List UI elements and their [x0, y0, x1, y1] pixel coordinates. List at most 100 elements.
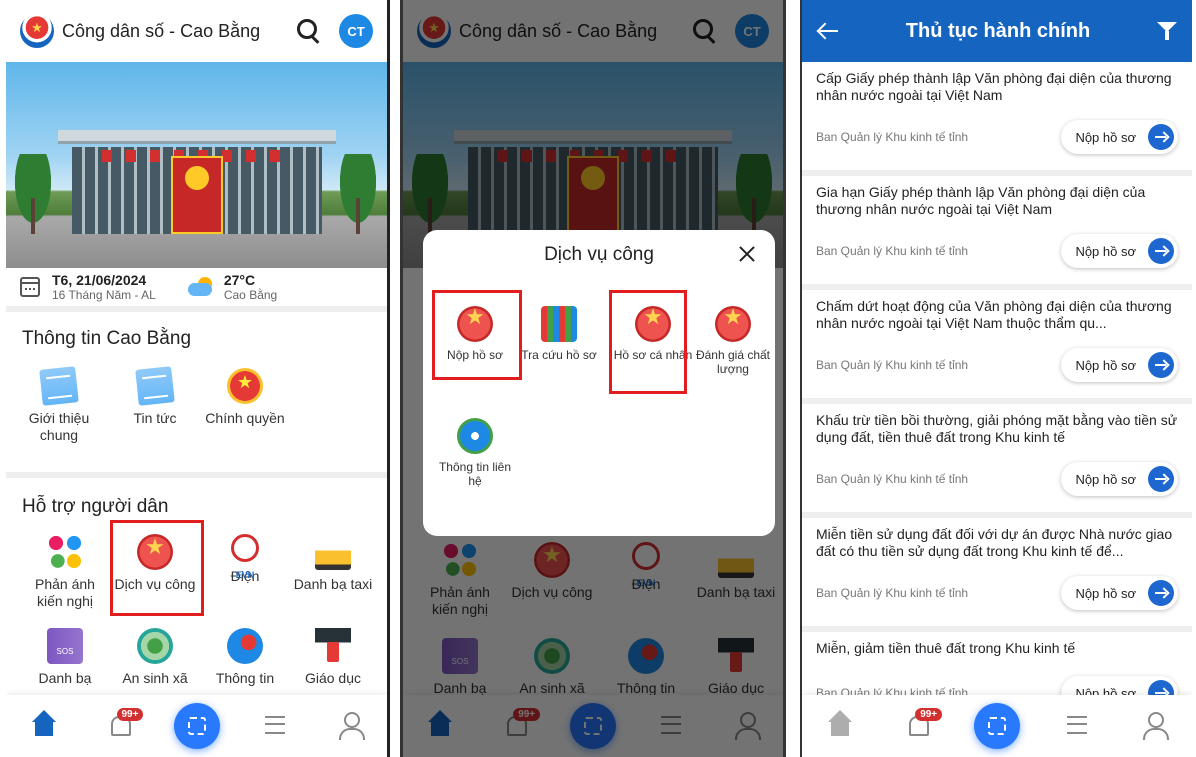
procedure-name: Miễn tiền sử dụng đất đối với dự án được…: [816, 526, 1173, 559]
procedure-item[interactable]: Gia hạn Giấy phép thành lập Văn phòng đạ…: [802, 176, 1192, 290]
procedure-org: Ban Quản lý Khu kinh tế tỉnh: [816, 358, 969, 372]
procedure-item[interactable]: Khấu trừ tiền bồi thường, giải phóng mặt…: [802, 404, 1192, 518]
public-service-modal: Dịch vụ công Nộp hồ sơ Tra cứu hồ sơ Hồ …: [423, 230, 775, 536]
support-item-welfare[interactable]: An sinh xã: [112, 628, 198, 687]
arrow-right-icon: [1148, 352, 1174, 378]
support-item-label: Thông tin: [215, 670, 275, 686]
bell-icon[interactable]: 99+: [897, 706, 943, 746]
temperature-text: 27°C: [223, 272, 256, 288]
modal-title: Dịch vụ công: [544, 244, 654, 265]
qr-scan-icon[interactable]: [973, 703, 1020, 749]
modal-item-contact[interactable]: Thông tin liên hệ: [435, 418, 515, 488]
home-icon[interactable]: [24, 706, 64, 746]
modal-item-quality-rating[interactable]: Đánh giá chất lượng: [693, 306, 773, 376]
avatar[interactable]: CT: [339, 14, 373, 48]
submit-label: Nộp hồ sơ: [1075, 129, 1136, 145]
info-megaphone-icon: [227, 628, 263, 664]
support-item-info[interactable]: Thông tin: [202, 628, 288, 687]
modal-item-label: Thông tin liên hệ: [438, 460, 512, 488]
submit-button[interactable]: Nộp hồ sơ: [1061, 348, 1178, 382]
evn-icon: [228, 534, 262, 584]
contact-info-icon: [457, 418, 493, 454]
procedure-org: Ban Quản lý Khu kinh tế tỉnh: [816, 130, 969, 144]
tree-decoration: [10, 154, 56, 234]
building-illustration: [57, 130, 336, 234]
close-icon[interactable]: [735, 242, 759, 266]
procedure-item[interactable]: Chấm dứt hoạt động của Văn phòng đại diệ…: [802, 290, 1192, 404]
arrow-right-icon: [1148, 466, 1174, 492]
date-text: T6, 21/06/2024: [52, 272, 147, 288]
info-item-intro[interactable]: Giới thiệu chung: [16, 366, 102, 444]
location-text: Cao Bằng: [223, 288, 278, 302]
social-welfare-icon: [137, 628, 173, 664]
bell-icon[interactable]: 99+: [99, 706, 144, 746]
submit-label: Nộp hồ sơ: [1075, 357, 1136, 373]
procedure-item[interactable]: Miễn tiền sử dụng đất đối với dự án được…: [802, 518, 1192, 632]
app-title: Công dân số - Cao Bằng: [62, 20, 261, 41]
support-item-label: Danh bạ: [38, 670, 92, 686]
submit-label: Nộp hồ sơ: [1075, 471, 1136, 487]
filter-icon[interactable]: [1156, 20, 1178, 42]
support-item-taxi[interactable]: Danh bạ taxi: [290, 534, 376, 593]
search-icon[interactable]: [293, 16, 323, 46]
qr-scan-icon[interactable]: [173, 703, 220, 749]
support-item-directory[interactable]: Danh bạ: [22, 628, 108, 687]
news-icon: [39, 366, 79, 406]
bottom-nav: 99+: [802, 695, 1192, 757]
submit-label: Nộp hồ sơ: [1075, 243, 1136, 259]
calendar-icon: [20, 277, 40, 297]
shelf-icon: [541, 306, 577, 342]
info-item-news[interactable]: Tin tức: [112, 366, 198, 427]
procedure-item[interactable]: Cấp Giấy phép thành lập Văn phòng đại di…: [802, 62, 1192, 176]
support-item-education[interactable]: Giáo dục: [290, 628, 376, 687]
procedure-name: Gia hạn Giấy phép thành lập Văn phòng đạ…: [816, 184, 1146, 217]
weather-cloud-icon: [187, 277, 216, 297]
arrow-right-icon: [1148, 238, 1174, 264]
star-emblem-icon: [715, 306, 751, 342]
news-icon: [135, 366, 175, 406]
home-screen-with-modal: Công dân số - Cao Bằng CT Phản ánh kiến …: [400, 0, 786, 757]
support-item-feedback[interactable]: Phản ánh kiến nghị: [22, 534, 108, 610]
banner-image: [6, 62, 387, 268]
user-icon[interactable]: [1134, 706, 1174, 746]
procedures-screen: Thủ tục hành chính Cấp Giấy phép thành l…: [800, 0, 1192, 757]
back-arrow-icon[interactable]: [816, 19, 840, 43]
app-logo-icon: [20, 14, 54, 48]
emblem-icon: [227, 368, 263, 404]
submit-button[interactable]: Nộp hồ sơ: [1061, 120, 1178, 154]
procedure-name: Miễn, giảm tiền thuê đất trong Khu kinh …: [816, 640, 1076, 656]
submit-button[interactable]: Nộp hồ sơ: [1061, 234, 1178, 268]
arrow-right-icon: [1148, 124, 1174, 150]
support-section-title: Hỗ trợ người dân: [22, 496, 169, 517]
support-item-label: Phản ánh kiến nghị: [35, 576, 95, 609]
info-item-label: Chính quyền: [205, 410, 285, 426]
procedure-name: Chấm dứt hoạt động của Văn phòng đại diệ…: [816, 298, 1172, 331]
submit-button[interactable]: Nộp hồ sơ: [1061, 576, 1178, 610]
settings-sliders-icon[interactable]: [255, 706, 295, 746]
submit-button[interactable]: Nộp hồ sơ: [1061, 462, 1178, 496]
procedure-org: Ban Quản lý Khu kinh tế tỉnh: [816, 586, 969, 600]
support-item-label: Giáo dục: [304, 670, 362, 686]
taxi-icon: [315, 542, 351, 570]
modal-item-lookup[interactable]: Tra cứu hồ sơ: [519, 306, 599, 362]
highlight-box: [432, 290, 522, 380]
education-icon: [315, 628, 351, 664]
user-icon[interactable]: [330, 706, 370, 746]
info-item-government[interactable]: Chính quyền: [202, 368, 288, 427]
notification-badge: 99+: [116, 708, 144, 721]
lunar-date-text: 16 Tháng Năm - AL: [52, 288, 156, 302]
procedure-org: Ban Quản lý Khu kinh tế tỉnh: [816, 244, 969, 258]
procedures-header: Thủ tục hành chính: [802, 0, 1192, 62]
app-header: Công dân số - Cao Bằng CT: [6, 0, 387, 62]
info-item-label: Giới thiệu chung: [28, 410, 90, 443]
notification-badge: 99+: [915, 708, 943, 721]
support-item-label: Danh bạ taxi: [293, 576, 373, 592]
support-item-electricity[interactable]: Điện: [202, 534, 288, 585]
home-icon[interactable]: [820, 706, 860, 746]
highlight-box: [110, 520, 204, 616]
modal-item-label: Đánh giá chất lượng: [695, 348, 771, 376]
feedback-icon: [47, 534, 83, 570]
support-item-label: An sinh xã: [122, 670, 188, 686]
info-item-label: Tin tức: [133, 410, 177, 426]
settings-sliders-icon[interactable]: [1057, 706, 1097, 746]
